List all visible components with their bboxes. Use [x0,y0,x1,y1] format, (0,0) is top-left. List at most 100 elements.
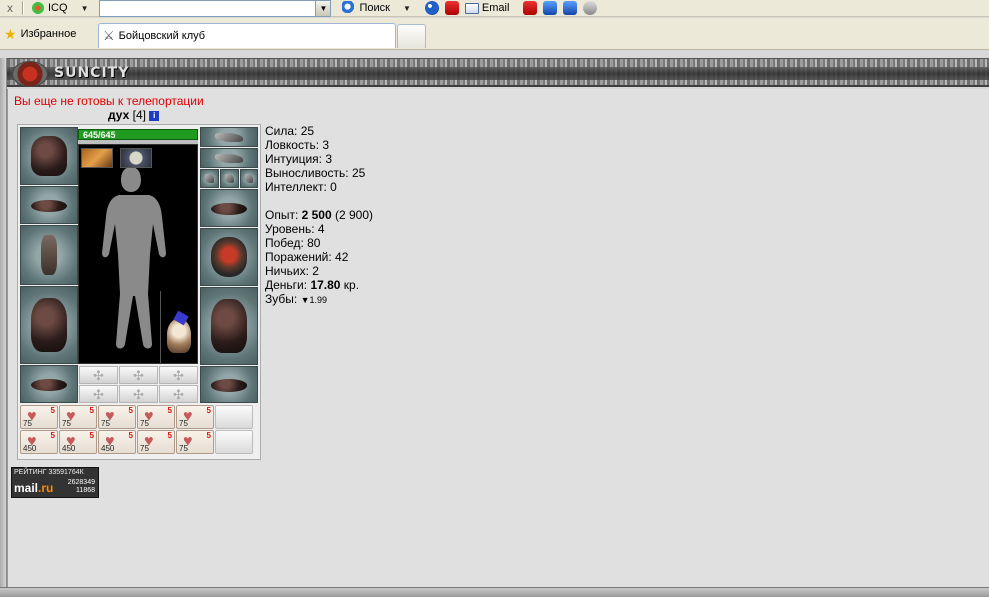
search-label: Поиск [359,2,390,14]
stat-endurance: Выносливость: 25 [265,166,366,180]
logo-text: SUNCITY [54,65,130,81]
character-silhouette [102,167,166,349]
mail-logo-main: mail [14,481,39,495]
empty-scroll-slot[interactable] [215,405,253,429]
new-tab-button[interactable] [397,24,426,48]
pants-slot[interactable] [200,287,258,365]
helmet-slot[interactable] [20,127,78,185]
heal-scroll[interactable]: ♥ 5 450 [98,430,136,454]
people-button[interactable] [442,0,462,16]
tab-fight-club[interactable]: ⚔ Бойцовский клуб [98,23,396,48]
stat-level: Уровень: 4 [265,222,325,236]
hp-bar: 645/645 [78,129,198,140]
empty-scroll-slot[interactable] [215,430,253,454]
scroll-level: 5 [128,406,133,415]
suncity-logo[interactable] [12,61,48,87]
top-toolbar: x ICQ ▼ ▼ Поиск ▼ Email [0,0,989,17]
icq-icon [31,1,45,15]
money-label: Деньги: [265,278,311,292]
buff-slot[interactable] [81,148,113,168]
save-button[interactable] [560,0,580,16]
search-button[interactable]: Поиск ▼ [339,0,413,16]
address-input[interactable]: ▼ [99,0,332,17]
heal-scroll[interactable]: ♥ 5 75 [59,405,97,429]
bracers-slot[interactable] [20,186,78,224]
mail-rating-counter[interactable]: РЕЙТИНГ 33591764К mail.ru 2628349 11868 [11,467,99,498]
stat-intellect: Интеллект: 0 [265,180,337,194]
email-label: Email [481,2,510,14]
armor-slot[interactable] [20,286,78,364]
tools-button[interactable] [580,0,600,16]
ring-slot-1[interactable] [200,169,219,188]
earring-item [215,132,243,142]
ring-slot-2[interactable] [220,169,239,188]
email-icon [464,2,479,14]
heal-scroll[interactable]: ♥ 5 75 [137,405,175,429]
info-icon[interactable]: i [149,111,160,121]
rune-slot[interactable] [119,385,158,403]
scroll-level: 5 [89,406,94,415]
scroll-amount: 75 [179,444,188,453]
rating-label: РЕЙТИНГ 33591764К [14,469,84,476]
gift-icon [523,1,538,15]
buff-slot[interactable] [120,148,152,168]
pet-slot[interactable] [160,291,196,363]
ring-item [225,174,234,183]
heal-scroll[interactable]: ♥ 5 450 [20,430,58,454]
game-button[interactable] [540,0,560,16]
scroll-amount: 75 [140,419,149,428]
heal-scroll[interactable]: ♥ 5 75 [176,405,214,429]
bracers-item [31,199,67,213]
scroll-amount: 450 [23,444,37,453]
icq-label: ICQ [48,2,68,14]
email-button[interactable]: Email [462,0,513,16]
earring-slot[interactable] [200,127,258,147]
gift-button[interactable] [520,0,540,16]
shield-slot[interactable] [200,228,258,286]
stats-panel: Сила: 25 Ловкость: 3 Интуиция: 3 Выносли… [265,124,373,307]
people-icon [444,1,459,15]
chevron-down-icon[interactable]: ▼ [403,4,411,13]
ring-item [245,174,253,183]
rune-slot[interactable] [159,385,198,403]
status-bar [0,587,989,597]
ring-slot-3[interactable] [240,169,258,188]
heal-scroll[interactable]: ♥ 5 75 [98,405,136,429]
rune-slot[interactable] [79,385,118,403]
weapon-slot[interactable] [20,225,78,285]
boots-slot[interactable] [200,366,258,403]
stat-strength: Сила: 25 [265,124,315,138]
globe-icon [424,1,439,15]
teleport-message: Вы еще не готовы к телепортации [14,94,204,108]
amulet-slot[interactable] [200,148,258,168]
heal-scroll[interactable]: ♥ 5 450 [59,430,97,454]
stat-draws: Ничьих: 2 [265,264,319,278]
gloves-slot[interactable] [200,189,258,227]
ring-slot[interactable] [119,366,158,384]
ring-slot[interactable] [79,366,118,384]
scroll-amount: 75 [140,444,149,453]
heal-scroll[interactable]: ♥ 5 75 [176,430,214,454]
heal-scroll[interactable]: ♥ 5 75 [137,430,175,454]
character-panel: 645/645 ♥575♥575♥575♥575♥575♥54 [17,124,261,460]
shield-item [211,237,247,277]
teeth-label: Зубы: [265,292,301,306]
money-value: 17.80 [310,278,341,292]
belt-slot[interactable] [20,365,78,403]
favorites-button[interactable]: ★ Избранное [4,27,76,41]
heal-scroll[interactable]: ♥ 5 75 [20,405,58,429]
character-name: дух [4] i [108,108,160,122]
money-unit: кр. [340,278,360,292]
toolbar-separator [22,1,24,15]
chevron-down-icon[interactable]: ▼ [81,4,89,13]
globe-button[interactable] [422,0,442,16]
close-toolbar-button[interactable]: x [2,1,18,15]
disk-icon [563,1,578,15]
gamepad-icon [543,1,558,15]
ring-slot[interactable] [159,366,198,384]
icq-button[interactable]: ICQ ▼ [28,0,91,16]
ring-item [205,174,214,183]
address-dropdown-icon[interactable]: ▼ [315,0,331,16]
stat-teeth: Зубы: ▼1.99 [265,292,373,307]
stats-gap [265,194,373,208]
